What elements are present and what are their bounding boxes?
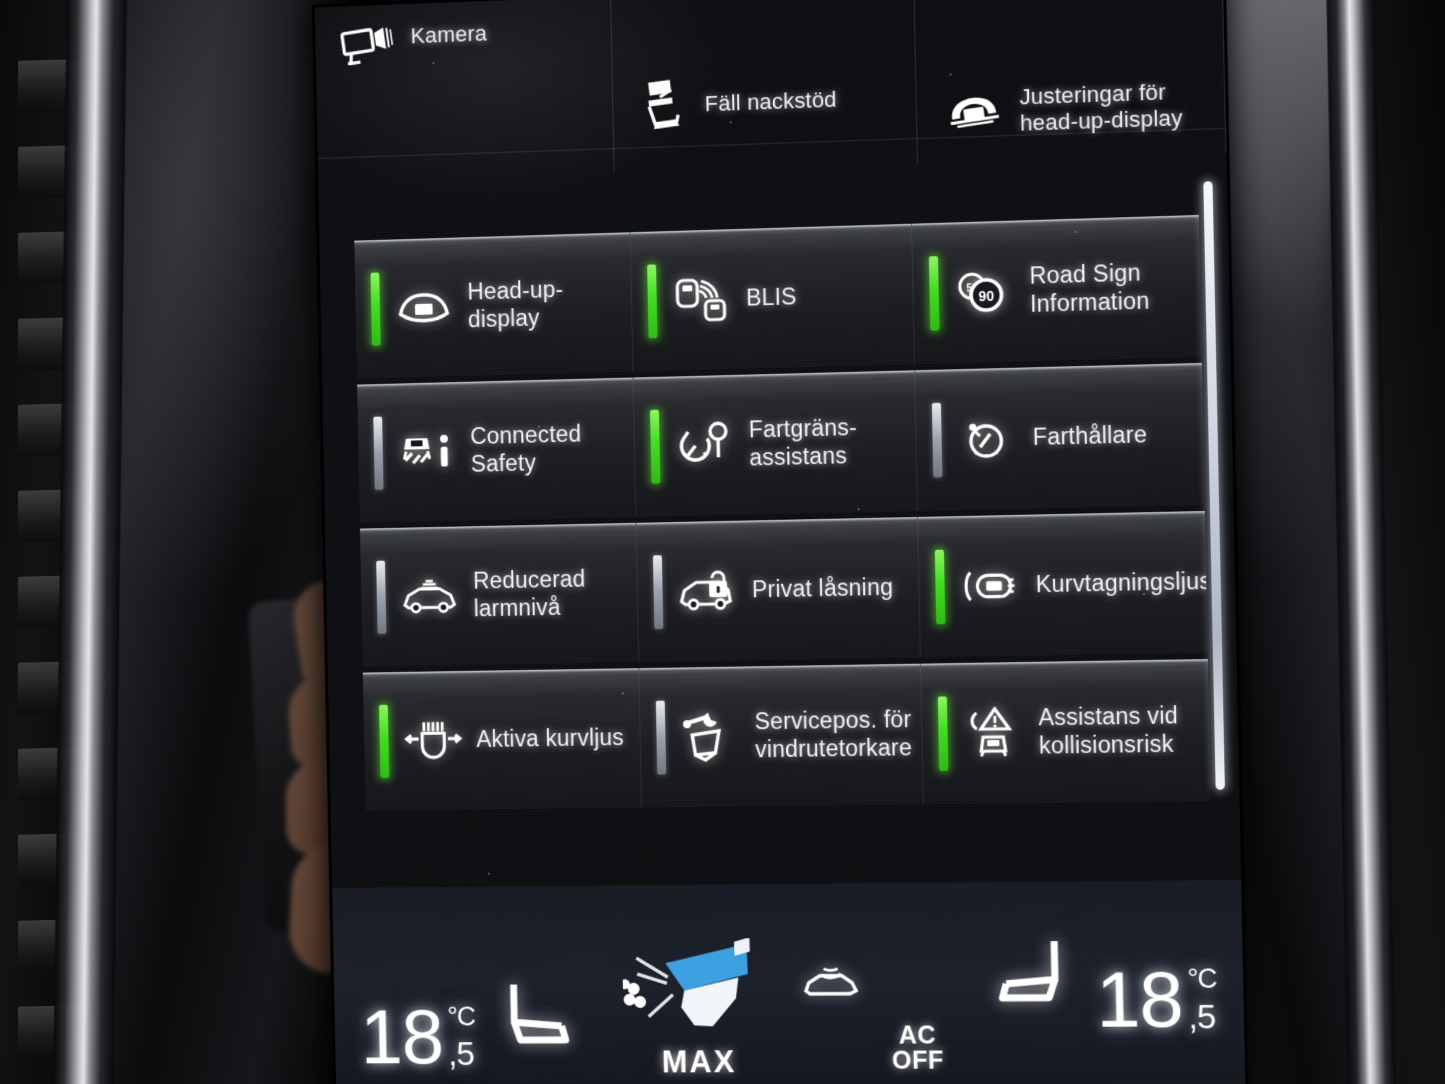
top-item-kamera[interactable]: Kamera xyxy=(314,0,615,183)
tile-label: Fartgräns- assistans xyxy=(748,414,858,471)
ac-label-line1: AC xyxy=(898,1021,937,1050)
tile-label: Kurvtagningsljus xyxy=(1035,567,1208,598)
top-item-hud-settings[interactable]: Justeringar för head-up-display xyxy=(913,0,1227,164)
seat-icon[interactable] xyxy=(993,937,1074,1029)
blind-spot-icon xyxy=(670,274,733,326)
status-indicator xyxy=(937,696,949,771)
driver-temp-decimal: ,5 xyxy=(447,1035,475,1073)
infotainment-screen[interactable]: Kamera Fäll nackstöd Justeringar för hea… xyxy=(314,0,1246,1084)
photo-environment: Kamera Fäll nackstöd Justeringar för hea… xyxy=(0,0,1445,1084)
tile-farthallare[interactable]: Farthållare xyxy=(915,362,1205,511)
svg-text:90: 90 xyxy=(978,288,994,305)
screen-bezel-left xyxy=(101,0,460,1084)
tile-label: Servicepos. för vindrutetorkare xyxy=(754,706,913,763)
head-up-display-settings-icon xyxy=(942,88,1004,135)
driver-temp-unit: °C xyxy=(447,1001,476,1032)
passenger-temperature[interactable]: 18 °C ,5 xyxy=(1095,954,1217,1044)
status-indicator xyxy=(652,555,664,630)
private-locking-icon xyxy=(676,566,739,617)
status-indicator xyxy=(647,264,658,339)
status-indicator xyxy=(655,700,667,775)
tile-blis[interactable]: BLIS xyxy=(630,223,915,372)
tile-reducerad-larmniva[interactable]: Reducerad larmnivå xyxy=(359,522,640,667)
passenger-temp-unit: °C xyxy=(1187,963,1217,994)
connected-safety-icon xyxy=(396,427,457,478)
top-item-label: Fäll nackstöd xyxy=(704,86,837,117)
ac-label-line2: OFF xyxy=(891,1046,945,1075)
cruise-control-icon xyxy=(955,413,1019,465)
status-indicator xyxy=(934,549,946,625)
tile-label: Road Sign Information xyxy=(1029,259,1150,317)
active-bending-light-icon xyxy=(402,716,463,766)
status-indicator xyxy=(931,402,943,478)
tile-label: Farthållare xyxy=(1032,421,1148,451)
tile-label: Head-up-display xyxy=(467,276,564,333)
tile-label: Reducerad larmnivå xyxy=(472,566,586,622)
tile-label: Connected Safety xyxy=(470,421,582,477)
tile-label: Privat låsning xyxy=(751,573,894,603)
passenger-temp-decimal: ,5 xyxy=(1187,997,1216,1037)
driver-temp-value: 18 xyxy=(359,992,444,1081)
climate-bar: 18 °C ,5 MAX AC OFF 18 °C ,5 xyxy=(332,879,1246,1084)
camera-icon xyxy=(340,24,395,70)
tile-privat-lasning[interactable]: Privat låsning xyxy=(636,516,921,663)
tile-collision-assist[interactable]: Assistans vid kollisionsrisk xyxy=(920,659,1211,805)
collision-assist-icon xyxy=(961,707,1025,758)
tile-wiper-service-position[interactable]: Servicepos. för vindrutetorkare xyxy=(639,663,924,808)
climate-right-zone: 18 °C ,5 xyxy=(961,936,1246,1084)
road-sign-icon: 50 90 xyxy=(952,266,1016,318)
tile-road-sign-information[interactable]: 50 90 Road Sign Information xyxy=(912,214,1202,365)
status-indicator xyxy=(373,416,384,490)
top-function-row: Kamera Fäll nackstöd Justeringar för hea… xyxy=(314,0,1227,183)
windshield-airflow-icon xyxy=(619,937,773,1049)
wiper-service-icon xyxy=(679,712,742,763)
seat-icon[interactable] xyxy=(496,974,574,1065)
head-up-display-icon xyxy=(393,282,454,333)
ac-off-toggle[interactable]: AC OFF xyxy=(891,1021,945,1075)
tile-connected-safety[interactable]: Connected Safety xyxy=(357,377,637,523)
top-item-label: Kamera xyxy=(410,20,488,49)
speed-limiter-icon xyxy=(673,420,736,471)
top-item-label: Justeringar för head-up-display xyxy=(1019,79,1183,136)
status-indicator xyxy=(376,560,387,634)
airflow-control[interactable]: MAX xyxy=(619,937,774,1080)
tile-label: BLIS xyxy=(745,283,797,311)
tile-aktiva-kurvljus[interactable]: Aktiva kurvljus xyxy=(362,668,643,811)
status-indicator xyxy=(379,704,390,778)
fold-headrest-icon xyxy=(639,75,690,135)
rear-defrost-icon[interactable] xyxy=(800,963,863,1006)
reduced-alarm-icon xyxy=(399,571,460,622)
function-tile-grid: Head-up-display BLIS 90 Road Sign Inform… xyxy=(354,214,1211,811)
tile-kurvtagningsljus[interactable]: Kurvtagningsljus xyxy=(917,511,1208,658)
status-indicator xyxy=(650,409,661,484)
tile-fartgrans-assistans[interactable]: Fartgräns- assistans xyxy=(633,370,918,517)
driver-temperature[interactable]: 18 °C ,5 xyxy=(359,992,477,1081)
tile-head-up-display[interactable]: Head-up-display xyxy=(354,232,634,379)
tile-label: Aktiva kurvljus xyxy=(476,724,625,753)
cornering-light-icon xyxy=(958,560,1022,612)
status-indicator xyxy=(370,272,381,346)
passenger-temp-value: 18 xyxy=(1095,954,1184,1044)
climate-center-controls: MAX AC OFF xyxy=(603,937,964,1084)
tile-label: Assistans vid kollisionsrisk xyxy=(1038,702,1179,759)
max-label: MAX xyxy=(661,1044,737,1080)
climate-left-zone: 18 °C ,5 xyxy=(334,974,606,1084)
status-indicator xyxy=(928,256,940,331)
